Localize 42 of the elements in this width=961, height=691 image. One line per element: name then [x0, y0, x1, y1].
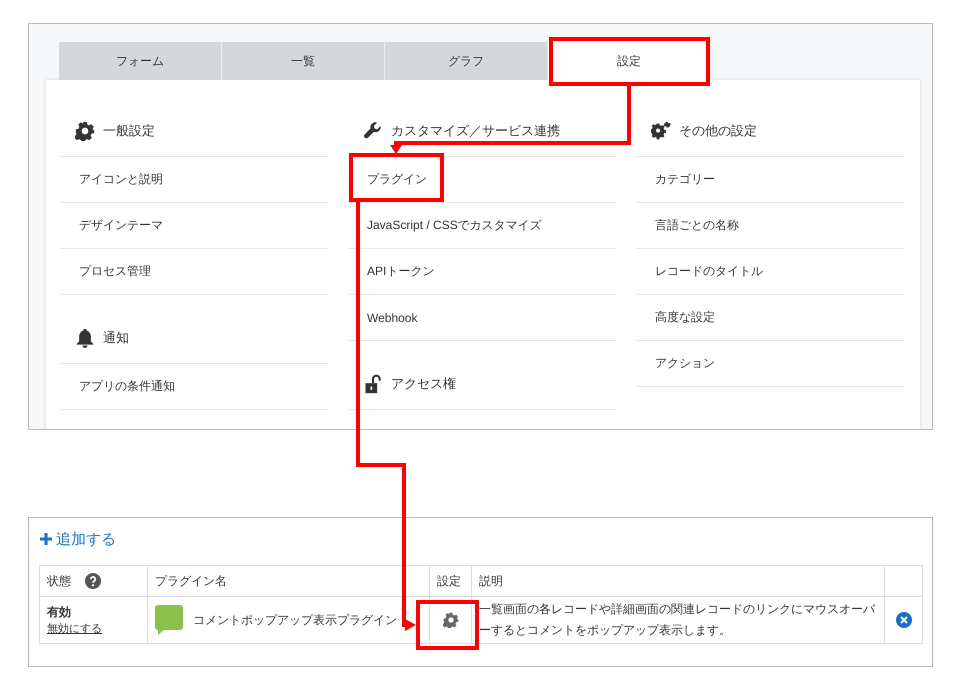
section-title: 通知 — [103, 329, 129, 347]
settings-link[interactable]: JavaScript / CSSでカスタマイズ — [348, 203, 616, 249]
gears-icon — [651, 121, 671, 141]
speech-bubble-icon — [155, 605, 183, 635]
add-link[interactable]: 追加する — [39, 528, 116, 550]
tab[interactable]: フォーム — [59, 42, 222, 80]
gear-icon — [75, 121, 95, 141]
help-icon — [85, 573, 101, 589]
settings-link[interactable]: デザインテーマ — [60, 203, 328, 249]
plugin-name: コメントポップアップ表示プラグイン — [193, 612, 397, 628]
wrench-icon — [363, 121, 383, 141]
section-title: カスタマイズ／サービス連携 — [391, 122, 560, 140]
tab[interactable]: グラフ — [385, 42, 548, 80]
tab[interactable]: 設定 — [548, 42, 711, 80]
padlock-icon — [363, 374, 383, 394]
section-title: その他の設定 — [679, 122, 757, 140]
status-text: 有効 — [47, 604, 72, 621]
settings-link[interactable]: 言語ごとの名称 — [636, 203, 904, 249]
settings-icon[interactable] — [442, 612, 458, 628]
column-header: 状態 — [40, 566, 148, 596]
settings-link[interactable]: プラグイン — [348, 157, 616, 203]
disable-link[interactable]: 無効にする — [47, 623, 102, 635]
plugin-description: 一覧画面の各レコードや詳細画面の関連レコードのリンクにマウスオーバーするとコメントをポップアップ表示します。 — [479, 601, 876, 639]
column-header: 説明 — [472, 566, 884, 596]
bell-icon — [75, 328, 95, 348]
settings-link[interactable]: アクション — [636, 341, 904, 387]
settings-link[interactable]: APIトークン — [348, 249, 616, 295]
remove-icon[interactable] — [896, 612, 912, 628]
column-header: 設定 — [430, 566, 472, 596]
settings-link[interactable]: プロセス管理 — [60, 249, 328, 295]
section-title: 一般設定 — [103, 122, 155, 140]
highlight-frame — [416, 600, 479, 650]
settings-link[interactable]: レコードのタイトル — [636, 249, 904, 295]
settings-link[interactable]: 高度な設定 — [636, 295, 904, 341]
settings-link[interactable]: アプリの条件通知 — [60, 364, 328, 410]
column-header: プラグイン名 — [148, 566, 430, 596]
tab[interactable]: 一覧 — [222, 42, 385, 80]
settings-link[interactable]: アイコンと説明 — [60, 157, 328, 203]
settings-link[interactable]: カテゴリー — [636, 157, 904, 203]
settings-link[interactable]: Webhook — [348, 295, 616, 341]
plus-icon — [39, 532, 53, 546]
section-title: アクセス権 — [391, 375, 456, 393]
